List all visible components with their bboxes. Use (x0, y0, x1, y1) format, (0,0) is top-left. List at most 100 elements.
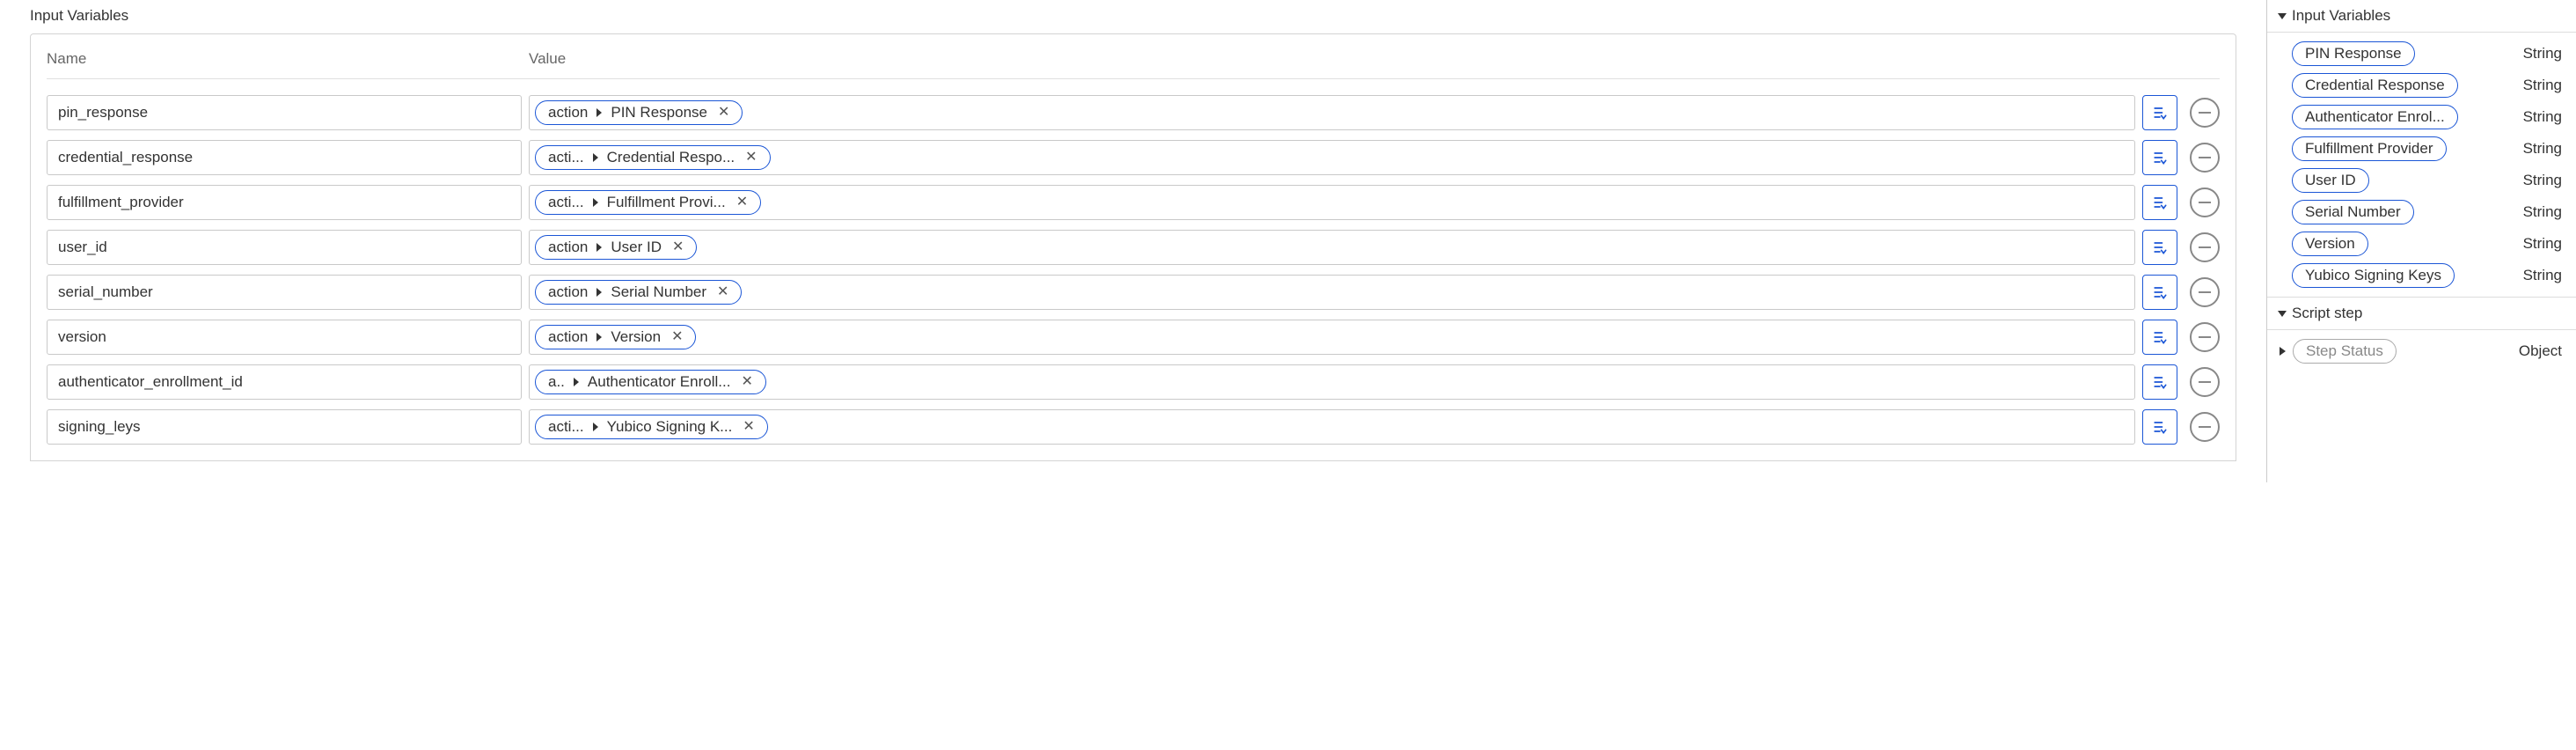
minus-icon (2199, 246, 2211, 248)
variable-pill-step-status[interactable]: Step Status (2293, 339, 2397, 364)
minus-icon (2199, 112, 2211, 114)
variable-row: a..Authenticator Enroll...✕ (47, 364, 2220, 400)
data-pill-picker-button[interactable] (2142, 409, 2177, 445)
variable-value-field[interactable]: actionUser ID✕ (529, 230, 2135, 265)
minus-icon (2199, 202, 2211, 203)
pill-variable: PIN Response (611, 104, 707, 121)
variable-row: action Serial Number ✕ (47, 275, 2220, 310)
variable-value-field[interactable]: acti...Fulfillment Provi...✕ (529, 185, 2135, 220)
variable-name-input[interactable] (47, 275, 522, 310)
chevron-down-icon (2278, 13, 2287, 19)
right-pane-script-step-header[interactable]: Script step (2267, 297, 2576, 330)
variable-value-field[interactable]: acti...Yubico Signing K...✕ (529, 409, 2135, 445)
pill-source: action (548, 283, 588, 301)
variable-pill[interactable]: Credential Response (2292, 73, 2458, 98)
pill-source: action (548, 328, 588, 346)
variable-list-item: Serial NumberString (2292, 200, 2562, 224)
pill-source: acti... (548, 418, 584, 436)
input-variables-panel: Name Value action PIN Response ✕ acti... Cre… (30, 33, 2236, 461)
variable-value-field[interactable]: acti...Credential Respo...✕ (529, 140, 2135, 175)
variable-name-input[interactable] (47, 320, 522, 355)
variable-name-input[interactable] (47, 230, 522, 265)
remove-row-button[interactable] (2190, 98, 2220, 128)
variable-name-input[interactable] (47, 409, 522, 445)
value-pill[interactable]: acti...Credential Respo...✕ (535, 145, 771, 170)
variable-pill[interactable]: PIN Response (2292, 41, 2415, 66)
minus-icon (2199, 381, 2211, 383)
variable-pill[interactable]: Authenticator Enrol... (2292, 105, 2458, 129)
value-pill[interactable]: acti...Yubico Signing K...✕ (535, 415, 768, 439)
value-pill[interactable]: actionVersion✕ (535, 325, 696, 349)
value-pill[interactable]: a..Authenticator Enroll...✕ (535, 370, 766, 394)
variable-type: String (2523, 172, 2562, 189)
variable-type: Object (2519, 342, 2562, 360)
variable-list-item: Fulfillment Provider String (2292, 136, 2562, 161)
variable-type: String (2523, 108, 2562, 126)
column-header-value: Value (529, 50, 566, 68)
variable-type: String (2523, 267, 2562, 284)
close-icon[interactable]: ✕ (667, 240, 685, 254)
data-pill-picker-button[interactable] (2142, 320, 2177, 355)
data-pill-picker-button[interactable] (2142, 95, 2177, 130)
close-icon[interactable]: ✕ (735, 375, 754, 389)
remove-row-button[interactable] (2190, 412, 2220, 442)
close-icon[interactable]: ✕ (666, 330, 684, 344)
close-icon[interactable]: ✕ (713, 106, 731, 120)
value-pill[interactable]: actionPIN Response✕ (535, 100, 743, 125)
variable-row: actionPIN Response✕ (47, 95, 2220, 130)
variable-name-input[interactable] (47, 364, 522, 400)
variable-list-item: Version String (2292, 232, 2562, 256)
remove-row-button[interactable] (2190, 188, 2220, 217)
remove-row-button[interactable] (2190, 322, 2220, 352)
variable-row: actionUser ID✕ (47, 230, 2220, 265)
data-pill-picker-button[interactable] (2142, 140, 2177, 175)
value-pill[interactable]: action Serial Number ✕ (535, 280, 742, 305)
variable-pill[interactable]: Yubico Signing Keys (2292, 263, 2455, 288)
remove-row-button[interactable] (2190, 367, 2220, 397)
caret-right-icon (596, 108, 602, 117)
data-pill-picker-button[interactable] (2142, 275, 2177, 310)
variable-type: String (2523, 235, 2562, 253)
variable-value-field[interactable]: actionVersion✕ (529, 320, 2135, 355)
value-pill[interactable]: actionUser ID✕ (535, 235, 697, 260)
pill-variable: User ID (611, 239, 662, 256)
variable-name-input[interactable] (47, 95, 522, 130)
data-pill-picker-button[interactable] (2142, 185, 2177, 220)
chevron-right-icon[interactable] (2280, 347, 2286, 356)
remove-row-button[interactable] (2190, 143, 2220, 173)
variable-list-item: Credential Response String (2292, 73, 2562, 98)
variable-pill[interactable]: Version (2292, 232, 2368, 256)
close-icon[interactable]: ✕ (737, 420, 756, 434)
caret-right-icon (596, 333, 602, 342)
data-pill-picker-button[interactable] (2142, 230, 2177, 265)
remove-row-button[interactable] (2190, 277, 2220, 307)
minus-icon (2199, 157, 2211, 158)
variable-row: acti...Yubico Signing K...✕ (47, 409, 2220, 445)
variable-pill[interactable]: Fulfillment Provider (2292, 136, 2447, 161)
remove-row-button[interactable] (2190, 232, 2220, 262)
caret-right-icon (574, 378, 579, 386)
close-icon[interactable]: ✕ (740, 151, 758, 165)
variable-name-input[interactable] (47, 140, 522, 175)
variable-type: String (2523, 140, 2562, 158)
pill-variable: Fulfillment Provi... (607, 194, 726, 211)
column-header-name: Name (47, 50, 529, 68)
variable-pill[interactable]: User ID (2292, 168, 2369, 193)
close-icon[interactable]: ✕ (731, 195, 750, 210)
right-pane-input-vars-header[interactable]: Input Variables (2267, 0, 2576, 33)
variable-value-field[interactable]: a..Authenticator Enroll...✕ (529, 364, 2135, 400)
close-icon[interactable]: ✕ (712, 285, 730, 299)
caret-right-icon (593, 198, 598, 207)
variable-value-field[interactable]: actionPIN Response✕ (529, 95, 2135, 130)
variable-list-item: Authenticator Enrol... String (2292, 105, 2562, 129)
variable-type: String (2523, 45, 2562, 62)
value-pill[interactable]: acti...Fulfillment Provi...✕ (535, 190, 761, 215)
variable-value-field[interactable]: action Serial Number ✕ (529, 275, 2135, 310)
pill-source: a.. (548, 373, 565, 391)
variable-type: String (2523, 77, 2562, 94)
variable-pill[interactable]: Serial Number (2292, 200, 2414, 224)
pill-variable: Serial Number (611, 283, 706, 301)
variable-name-input[interactable] (47, 185, 522, 220)
data-pill-picker-button[interactable] (2142, 364, 2177, 400)
pill-variable: Credential Respo... (607, 149, 735, 166)
